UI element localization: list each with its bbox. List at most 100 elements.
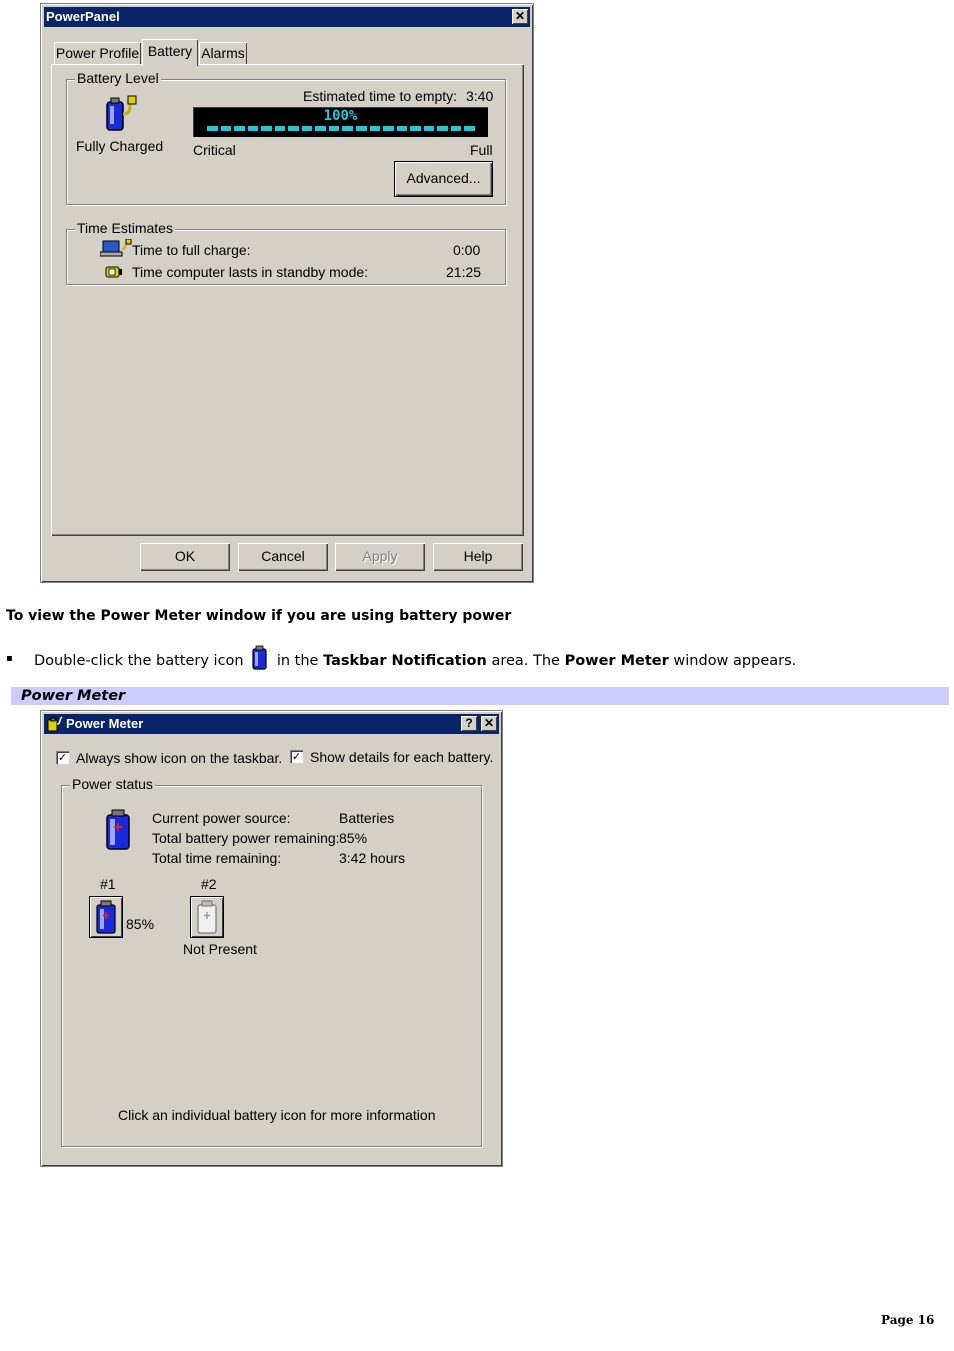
meter-max-label: Full [470,142,493,158]
powerpanel-titlebar[interactable]: PowerPanel ✕ [44,7,530,27]
check-icon: ✓ [291,750,302,763]
meter-segment [328,126,340,131]
meter-segments [207,126,475,131]
time-to-full-value: 0:00 [453,242,481,258]
battery-icon [106,809,130,850]
help-icon: ? [465,716,473,730]
show-details-checkbox[interactable]: ✓ [290,750,303,763]
battery-icon [96,900,116,934]
meter-segment [301,126,313,131]
cancel-button[interactable]: Cancel [238,543,328,571]
powermeter-titlebar[interactable]: Power Meter ? ✕ [44,714,499,734]
meter-segment [220,126,232,131]
meter-segment [383,126,394,131]
advanced-button-label: Advanced... [406,170,481,186]
check-icon: ✓ [57,751,68,764]
standby-battery-icon [105,266,122,278]
close-icon: ✕ [483,716,495,730]
battery-status-text: Fully Charged [76,138,164,154]
close-button[interactable]: ✕ [481,716,497,731]
laptop-plug-icon [100,239,132,257]
power-meter-term: Power Meter [564,653,669,669]
meter-segment [396,126,408,131]
meter-segment [207,126,218,131]
meter-segment [369,126,381,131]
meter-segment [288,126,299,131]
ok-button[interactable]: OK [140,543,230,571]
powerpanel-window: PowerPanel ✕ Power Profile Battery Alarm… [40,3,534,583]
help-button-label: Help [463,548,493,564]
meter-segment [342,126,354,131]
meter-segment [234,126,245,131]
estimated-time-label: Estimated time to empty: [303,88,458,104]
time-to-full-label: Time to full charge: [132,242,251,258]
estimated-time-value: 3:40 [466,88,494,104]
apply-button-label: Apply [362,548,398,564]
total-time-remaining-label: Total time remaining: [152,850,282,866]
caption-band: Power Meter [11,687,949,705]
tab-alarms[interactable]: Alarms [199,42,247,64]
meter-segment [356,126,367,131]
help-button[interactable]: ? [461,716,477,731]
meter-segment [464,126,475,131]
always-show-icon-label[interactable]: Always show icon on the taskbar. [76,750,282,766]
power-meter-app-icon [47,716,63,732]
taskbar-notification-term: Taskbar Notification [323,653,487,669]
current-power-source-label: Current power source: [152,810,291,826]
standby-time-label: Time computer lasts in standby mode: [132,264,369,280]
battery-level-label: Battery Level [75,70,161,86]
battery-plug-icon [106,95,137,131]
meter-segment [274,126,286,131]
battery-level-meter: 100% [193,107,488,137]
battery-icon [252,645,267,670]
apply-button[interactable]: Apply [335,543,425,571]
cancel-button-label: Cancel [261,548,305,564]
step-text-1: Double-click the battery icon [34,653,244,669]
tab-battery[interactable]: Battery [142,39,198,66]
battery-2-status: Not Present [183,941,257,957]
help-button[interactable]: Help [433,543,523,571]
current-power-source-value: Batteries [339,810,395,826]
figure-caption: Power Meter [21,688,126,704]
advanced-button[interactable]: Advanced... [395,162,492,196]
total-power-remaining-value: 85% [339,830,368,846]
bullet-marker: ▪ [6,653,13,664]
powermeter-title: Power Meter [66,716,144,731]
powerpanel-title: PowerPanel [46,9,120,24]
meter-segment [261,126,272,131]
meter-segment [450,126,462,131]
empty-battery-icon [197,900,217,934]
section-heading: To view the Power Meter window if you ar… [6,608,512,624]
instruction-step: ▪ Double-click the battery icon in the Ta… [6,645,946,675]
battery-2-button[interactable] [191,897,223,937]
step-text-4: window appears. [673,653,797,669]
meter-percent-text: 100% [323,108,358,124]
tab-power-profile[interactable]: Power Profile [54,42,141,64]
powermeter-window: Power Meter ? ✕ ✓ Always show icon on th… [40,710,503,1167]
battery-info-hint: Click an individual battery icon for mor… [118,1107,436,1123]
meter-segment [247,126,259,131]
close-icon: ✕ [514,9,526,23]
total-time-remaining-value: 3:42 hours [339,850,406,866]
tab-label: Alarms [201,45,245,61]
total-power-remaining-label: Total battery power remaining: [152,830,340,846]
page-number: Page 16 [881,1313,935,1327]
meter-segment [423,126,435,131]
battery-1-percent: 85% [126,916,155,932]
battery-1-button[interactable] [90,897,122,937]
battery-2-number: #2 [201,876,217,892]
battery-level-group: Battery Level Fully Charged Estimated ti… [66,70,506,205]
meter-segment [437,126,448,131]
power-status-label: Power status [70,776,155,792]
close-button[interactable]: ✕ [512,9,528,24]
ok-button-label: OK [174,548,196,564]
tab-label: Battery [147,43,193,59]
always-show-icon-checkbox[interactable]: ✓ [56,751,69,764]
tab-label: Power Profile [55,45,140,61]
time-estimates-label: Time Estimates [75,220,175,236]
step-text-2: in the [276,653,319,669]
power-status-group: Power status Current power source: Batte… [61,776,482,1147]
time-estimates-group: Time Estimates Time to full charge: 0:00… [66,220,506,285]
meter-segment [315,126,326,131]
show-details-label[interactable]: Show details for each battery. [310,749,493,765]
